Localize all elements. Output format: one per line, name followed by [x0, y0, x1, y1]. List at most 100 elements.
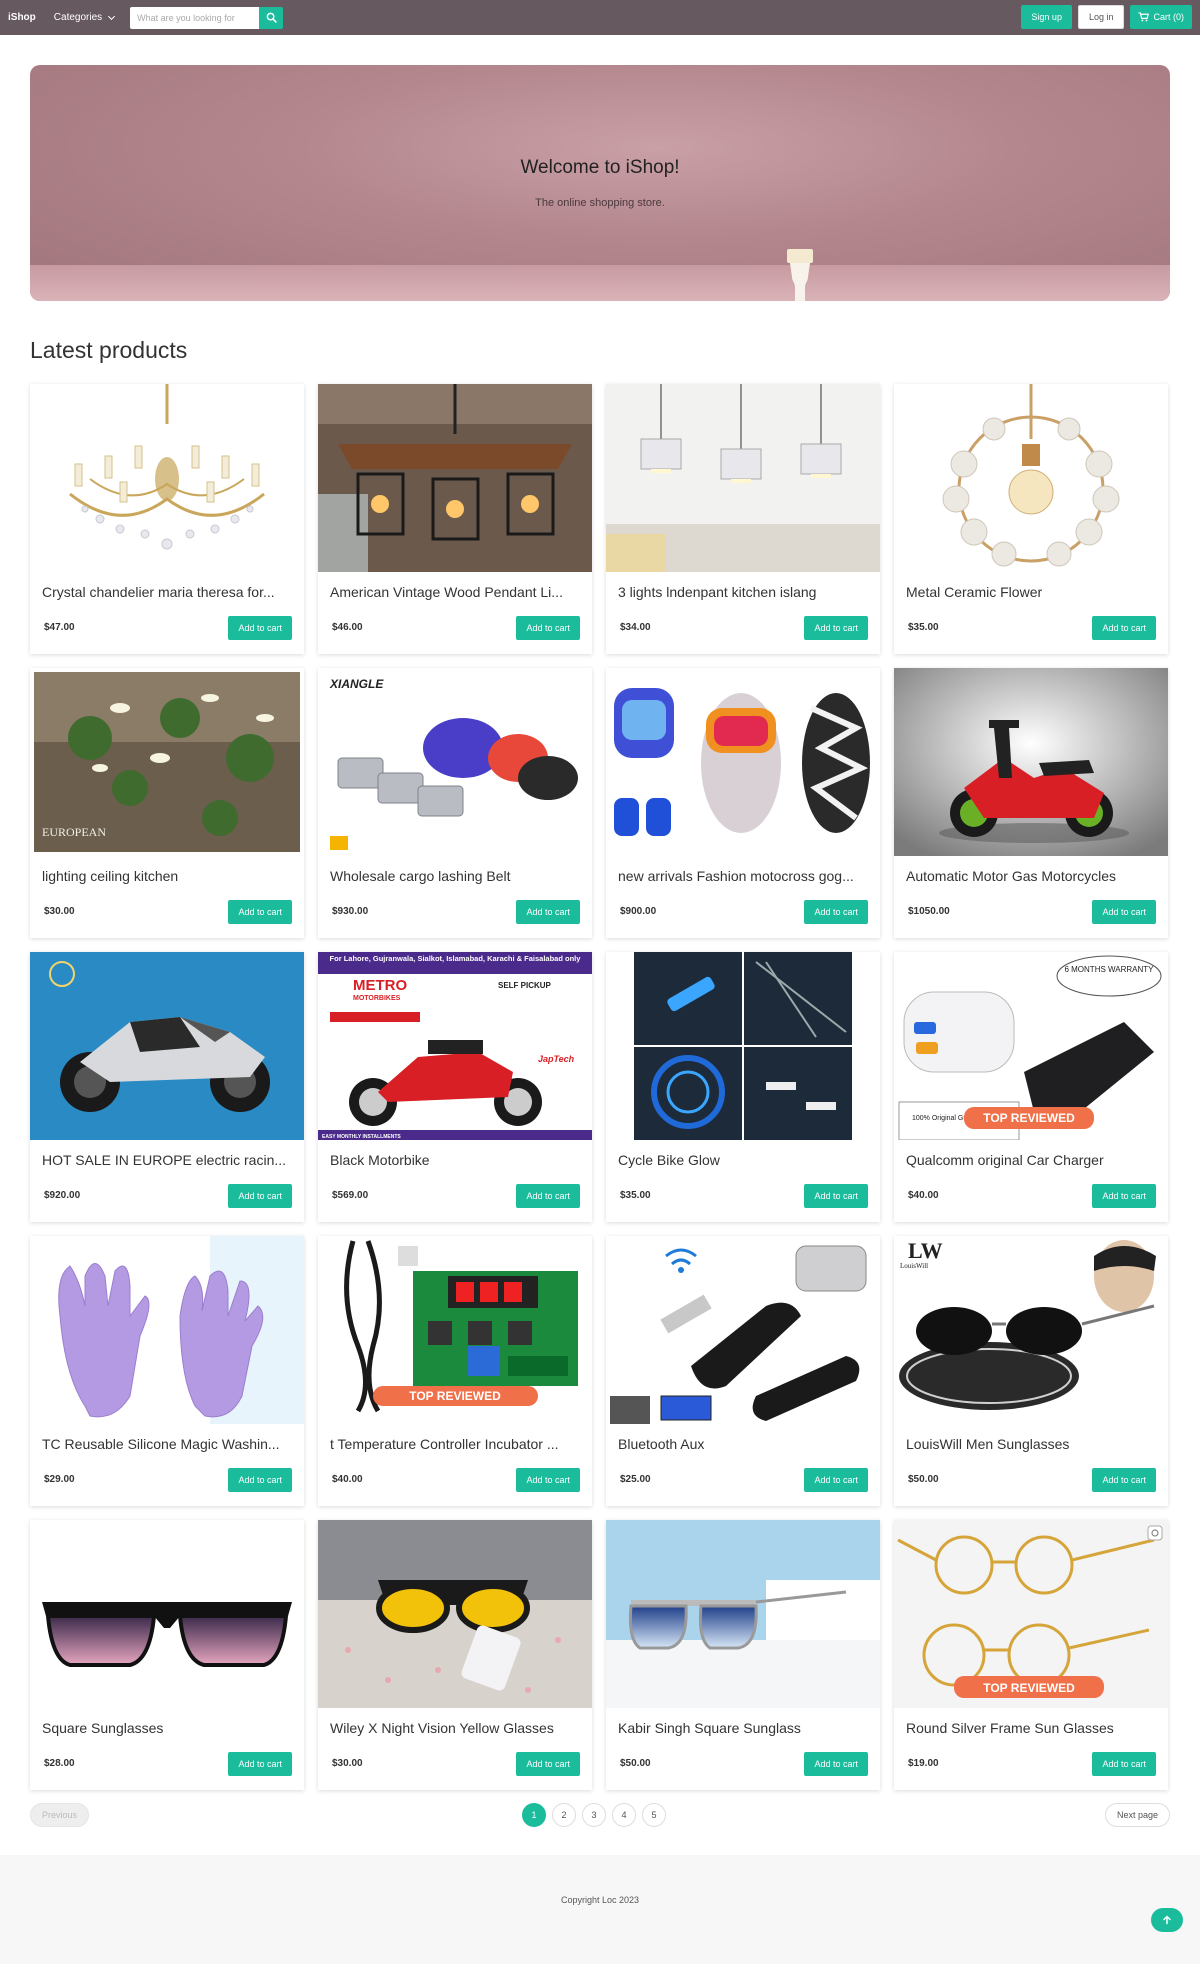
add-to-cart-button[interactable]: Add to cart — [1092, 1184, 1156, 1208]
hero-floor — [30, 265, 1170, 301]
add-to-cart-button[interactable]: Add to cart — [804, 900, 868, 924]
search-input[interactable] — [130, 6, 260, 29]
add-to-cart-button[interactable]: Add to cart — [228, 1468, 292, 1492]
search-button[interactable] — [259, 6, 284, 29]
product-image[interactable] — [30, 952, 304, 1140]
product-name[interactable]: Kabir Singh Square Sunglass — [618, 1720, 870, 1736]
page-button-3[interactable]: 3 — [582, 1803, 606, 1827]
product-image[interactable] — [894, 384, 1168, 572]
product-image[interactable] — [30, 1520, 304, 1708]
product-card[interactable]: 3 lights lndenpant kitchen islang $34.00… — [606, 384, 880, 654]
product-image[interactable]: LW LouisWill — [894, 1236, 1168, 1424]
product-card[interactable]: TOP REVIEWED Round Silver Frame Sun Glas… — [894, 1520, 1168, 1790]
product-card[interactable]: 6 MONTHS WARRANTY 100% Original Guarante… — [894, 952, 1168, 1222]
add-to-cart-button[interactable]: Add to cart — [1092, 1468, 1156, 1492]
add-to-cart-button[interactable]: Add to cart — [516, 616, 580, 640]
product-card[interactable]: Square Sunglasses $28.00 Add to cart — [30, 1520, 304, 1790]
product-card[interactable]: new arrivals Fashion motocross gog... $9… — [606, 668, 880, 938]
product-price: $40.00 — [332, 1474, 363, 1485]
page-button-1[interactable]: 1 — [522, 1803, 546, 1827]
product-name[interactable]: new arrivals Fashion motocross gog... — [618, 868, 870, 884]
page-button-4[interactable]: 4 — [612, 1803, 636, 1827]
product-card[interactable]: For Lahore, Gujranwala, Sialkot, Islamab… — [318, 952, 592, 1222]
product-name[interactable]: Bluetooth Aux — [618, 1436, 870, 1452]
product-price: $920.00 — [44, 1190, 81, 1201]
add-to-cart-button[interactable]: Add to cart — [1092, 900, 1156, 924]
product-name[interactable]: Cycle Bike Glow — [618, 1152, 870, 1168]
add-to-cart-button[interactable]: Add to cart — [1092, 1752, 1156, 1776]
product-name[interactable]: Metal Ceramic Flower — [906, 584, 1158, 600]
scroll-to-top-button[interactable] — [1151, 1908, 1183, 1932]
add-to-cart-button[interactable]: Add to cart — [804, 1184, 868, 1208]
add-to-cart-button[interactable]: Add to cart — [516, 1184, 580, 1208]
product-name[interactable]: Crystal chandelier maria theresa for... — [42, 584, 294, 600]
product-name[interactable]: Wiley X Night Vision Yellow Glasses — [330, 1720, 582, 1736]
product-image[interactable]: TOP REVIEWED — [318, 1236, 592, 1424]
product-card[interactable]: LW LouisWill LouisWill Men Sunglasses $5… — [894, 1236, 1168, 1506]
product-name[interactable]: LouisWill Men Sunglasses — [906, 1436, 1158, 1452]
add-to-cart-button[interactable]: Add to cart — [228, 900, 292, 924]
product-image[interactable]: EUROPEAN — [30, 668, 304, 856]
product-image[interactable] — [606, 952, 880, 1140]
product-name[interactable]: TC Reusable Silicone Magic Washin... — [42, 1436, 294, 1452]
login-button[interactable]: Log in — [1077, 5, 1125, 29]
product-card[interactable]: HOT SALE IN EUROPE electric racin... $92… — [30, 952, 304, 1222]
product-name[interactable]: t Temperature Controller Incubator ... — [330, 1436, 582, 1452]
cart-button[interactable]: Cart (0) — [1130, 5, 1192, 29]
add-to-cart-button[interactable]: Add to cart — [516, 1468, 580, 1492]
product-card[interactable]: Cycle Bike Glow $35.00 Add to cart — [606, 952, 880, 1222]
add-to-cart-button[interactable]: Add to cart — [804, 616, 868, 640]
add-to-cart-button[interactable]: Add to cart — [1092, 616, 1156, 640]
page-button-5[interactable]: 5 — [642, 1803, 666, 1827]
add-to-cart-button[interactable]: Add to cart — [228, 1184, 292, 1208]
product-image[interactable] — [606, 384, 880, 572]
signup-button[interactable]: Sign up — [1021, 5, 1072, 29]
product-image[interactable]: 6 MONTHS WARRANTY 100% Original Guarante… — [894, 952, 1168, 1140]
product-card[interactable]: Automatic Motor Gas Motorcycles $1050.00… — [894, 668, 1168, 938]
product-name[interactable]: Square Sunglasses — [42, 1720, 294, 1736]
product-card[interactable]: XIANGLE Wholesale cargo lashing Belt $93… — [318, 668, 592, 938]
product-name[interactable]: HOT SALE IN EUROPE electric racin... — [42, 1152, 294, 1168]
product-name[interactable]: 3 lights lndenpant kitchen islang — [618, 584, 870, 600]
product-card[interactable]: Kabir Singh Square Sunglass $50.00 Add t… — [606, 1520, 880, 1790]
product-card[interactable]: TOP REVIEWED t Temperature Controller In… — [318, 1236, 592, 1506]
product-image[interactable] — [606, 1520, 880, 1708]
product-card[interactable]: Bluetooth Aux $25.00 Add to cart — [606, 1236, 880, 1506]
image-banner-text: For Lahore, Gujranwala, Sialkot, Islamab… — [330, 954, 582, 963]
add-to-cart-button[interactable]: Add to cart — [804, 1468, 868, 1492]
product-name[interactable]: Black Motorbike — [330, 1152, 582, 1168]
add-to-cart-button[interactable]: Add to cart — [804, 1752, 868, 1776]
product-card[interactable]: Wiley X Night Vision Yellow Glasses $30.… — [318, 1520, 592, 1790]
product-image[interactable] — [30, 384, 304, 572]
categories-dropdown[interactable]: Categories — [54, 12, 116, 23]
add-to-cart-button[interactable]: Add to cart — [228, 616, 292, 640]
product-image[interactable] — [30, 1236, 304, 1424]
product-name[interactable]: American Vintage Wood Pendant Li... — [330, 584, 582, 600]
product-name[interactable]: Automatic Motor Gas Motorcycles — [906, 868, 1158, 884]
add-to-cart-button[interactable]: Add to cart — [516, 1752, 580, 1776]
page-button-2[interactable]: 2 — [552, 1803, 576, 1827]
next-page-button[interactable]: Next page — [1104, 1803, 1170, 1827]
previous-page-button[interactable]: Previous — [30, 1803, 90, 1827]
product-image[interactable]: TOP REVIEWED — [894, 1520, 1168, 1708]
product-card[interactable]: Metal Ceramic Flower $35.00 Add to cart — [894, 384, 1168, 654]
product-name[interactable]: Wholesale cargo lashing Belt — [330, 868, 582, 884]
add-to-cart-button[interactable]: Add to cart — [516, 900, 580, 924]
product-name[interactable]: Qualcomm original Car Charger — [906, 1152, 1158, 1168]
product-card[interactable]: EUROPEAN lighting ceiling kitchen $30.00… — [30, 668, 304, 938]
product-image[interactable] — [318, 1520, 592, 1708]
add-to-cart-button[interactable]: Add to cart — [228, 1752, 292, 1776]
product-image[interactable] — [894, 668, 1168, 856]
product-name[interactable]: Round Silver Frame Sun Glasses — [906, 1720, 1158, 1736]
product-image[interactable] — [318, 384, 592, 572]
product-price: $28.00 — [44, 1758, 75, 1769]
brand-logo[interactable]: iShop — [8, 12, 36, 23]
product-card[interactable]: Crystal chandelier maria theresa for... … — [30, 384, 304, 654]
product-image[interactable]: For Lahore, Gujranwala, Sialkot, Islamab… — [318, 952, 592, 1140]
product-image[interactable] — [606, 668, 880, 856]
product-name[interactable]: lighting ceiling kitchen — [42, 868, 294, 884]
product-card[interactable]: TC Reusable Silicone Magic Washin... $29… — [30, 1236, 304, 1506]
product-card[interactable]: American Vintage Wood Pendant Li... $46.… — [318, 384, 592, 654]
product-image[interactable] — [606, 1236, 880, 1424]
product-image[interactable]: XIANGLE — [318, 668, 592, 856]
